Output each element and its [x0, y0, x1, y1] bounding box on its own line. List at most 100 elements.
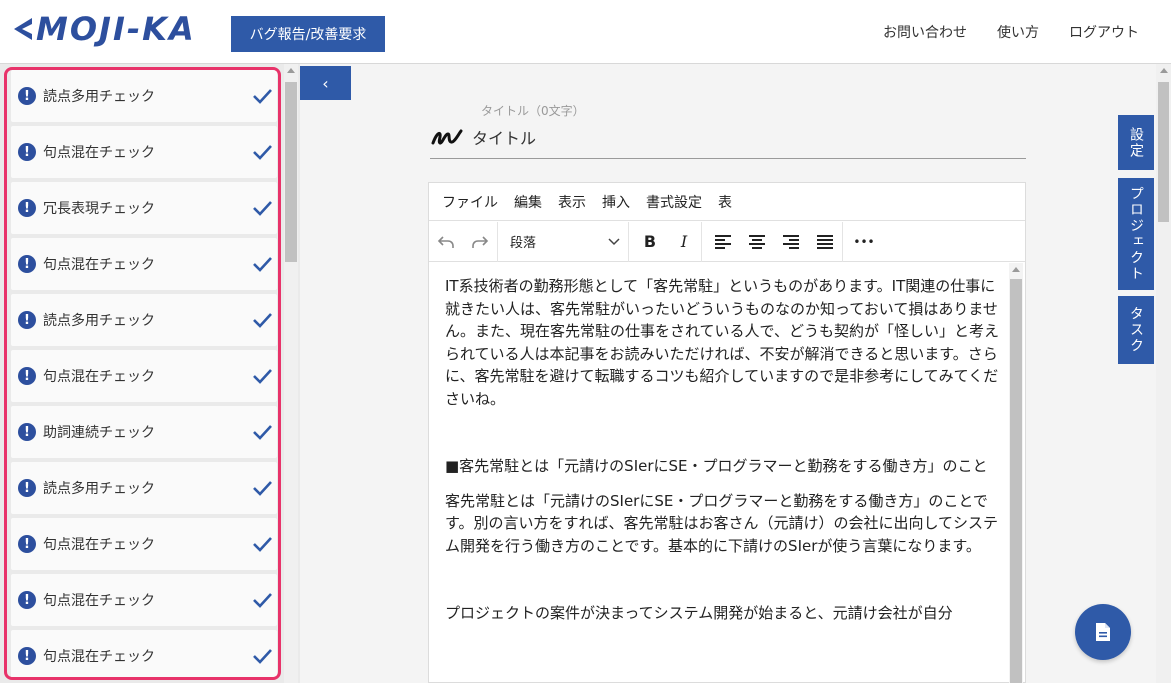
warning-icon: !: [18, 311, 36, 329]
align-left-button[interactable]: [706, 222, 740, 262]
app-logo[interactable]: MOJI-KA: [10, 10, 196, 48]
align-right-icon: [783, 234, 799, 249]
warning-icon: !: [18, 423, 36, 441]
menu-edit[interactable]: 編集: [514, 192, 542, 212]
scrollbar-thumb[interactable]: [1010, 279, 1022, 683]
document-fab-button[interactable]: [1075, 604, 1131, 660]
checkmark-icon[interactable]: [251, 86, 273, 106]
check-item[interactable]: ! 助詞連続チェック: [11, 406, 277, 458]
editor-menubar: ファイル 編集 表示 挿入 書式設定 表: [429, 183, 1025, 221]
redo-icon: [472, 235, 489, 248]
align-right-button[interactable]: [774, 222, 808, 262]
check-item[interactable]: ! 句点混在チェック: [11, 126, 277, 178]
check-item[interactable]: ! 句点混在チェック: [11, 630, 277, 677]
check-item[interactable]: ! 句点混在チェック: [11, 574, 277, 626]
rich-text-editor: ファイル 編集 表示 挿入 書式設定 表 段落 B I ••• IT系技術者の勤…: [428, 182, 1026, 683]
check-item-label: 句点混在チェック: [43, 145, 155, 161]
checkmark-icon[interactable]: [251, 646, 273, 666]
collapse-panel-button[interactable]: ‹: [300, 66, 351, 100]
redo-button[interactable]: [463, 222, 497, 262]
title-input[interactable]: タイトル: [472, 125, 536, 149]
nav-contact-link[interactable]: お問い合わせ: [883, 22, 967, 42]
warning-icon: !: [18, 255, 36, 273]
check-item[interactable]: ! 読点多用チェック: [11, 70, 277, 122]
logo-text: MOJI-KA: [36, 10, 196, 48]
checkmark-icon[interactable]: [251, 198, 273, 218]
undo-button[interactable]: [429, 222, 463, 262]
header-nav: お問い合わせ 使い方 ログアウト: [883, 22, 1139, 42]
undo-icon: [437, 235, 454, 248]
scroll-up-arrow-icon[interactable]: [1160, 68, 1168, 73]
menu-insert[interactable]: 挿入: [602, 192, 630, 212]
side-tab-project[interactable]: プロジェクト: [1118, 178, 1154, 290]
nav-logout-link[interactable]: ログアウト: [1069, 22, 1139, 42]
warning-icon: !: [18, 87, 36, 105]
scrollbar-thumb[interactable]: [1158, 82, 1169, 222]
logo-pen-icon: [14, 18, 32, 40]
warning-icon: !: [18, 199, 36, 217]
document-icon: [1096, 623, 1110, 641]
align-center-button[interactable]: [740, 222, 774, 262]
block-format-select[interactable]: 段落: [498, 222, 628, 262]
check-item[interactable]: ! 読点多用チェック: [11, 462, 277, 514]
page-scrollbar[interactable]: [1156, 64, 1171, 683]
app-header: MOJI-KA バグ報告/改善要求 お問い合わせ 使い方 ログアウト: [0, 0, 1171, 64]
warning-icon: !: [18, 367, 36, 385]
editor-toolbar: 段落 B I •••: [429, 221, 1025, 262]
side-tab-settings[interactable]: 設定: [1118, 115, 1154, 170]
bold-button[interactable]: B: [633, 222, 667, 262]
scroll-up-arrow-icon[interactable]: [1012, 267, 1020, 272]
align-left-icon: [715, 234, 731, 249]
menu-file[interactable]: ファイル: [442, 192, 498, 212]
check-item-label: 句点混在チェック: [43, 537, 155, 553]
paragraph: プロジェクトの案件が決まってシステム開発が始まると、元請け会社が自分: [445, 604, 953, 622]
warning-icon: !: [18, 143, 36, 161]
check-item[interactable]: ! 句点混在チェック: [11, 350, 277, 402]
check-item-label: 句点混在チェック: [43, 257, 155, 273]
check-panel-scrollbar[interactable]: [284, 64, 298, 683]
check-item[interactable]: ! 句点混在チェック: [11, 518, 277, 570]
editor-scrollbar[interactable]: [1009, 263, 1023, 683]
paragraph: IT系技術者の勤務形態として「客先常駐」というものがあります。IT関連の仕事に就…: [445, 277, 999, 408]
menu-table[interactable]: 表: [718, 192, 732, 212]
side-tab-task[interactable]: タスク: [1118, 296, 1154, 364]
nav-howto-link[interactable]: 使い方: [997, 22, 1039, 42]
align-justify-icon: [817, 234, 833, 249]
more-options-button[interactable]: •••: [847, 222, 881, 262]
warning-icon: !: [18, 647, 36, 665]
checkmark-icon[interactable]: [251, 310, 273, 330]
check-item[interactable]: ! 句点混在チェック: [11, 238, 277, 290]
paragraph: 客先常駐とは「元請けのSIerにSE・プログラマーと勤務をする働き方」のことです…: [445, 491, 999, 555]
checkmark-icon[interactable]: [251, 366, 273, 386]
check-item-label: 読点多用チェック: [43, 481, 155, 497]
check-item-label: 句点混在チェック: [43, 593, 155, 609]
menu-format[interactable]: 書式設定: [646, 192, 702, 212]
editor-content[interactable]: IT系技術者の勤務形態として「客先常駐」というものがあります。IT関連の仕事に就…: [445, 275, 1005, 625]
block-format-value: 段落: [510, 236, 537, 251]
scrollbar-thumb[interactable]: [285, 82, 297, 262]
warning-icon: !: [18, 479, 36, 497]
chevron-down-icon: [608, 237, 620, 245]
title-field[interactable]: タイトル: [430, 121, 1026, 159]
bug-report-button[interactable]: バグ報告/改善要求: [231, 16, 385, 52]
checkmark-icon[interactable]: [251, 422, 273, 442]
checkmark-icon[interactable]: [251, 254, 273, 274]
checkmark-icon[interactable]: [251, 534, 273, 554]
check-item-label: 句点混在チェック: [43, 649, 155, 665]
scroll-up-arrow-icon[interactable]: [287, 68, 295, 73]
check-item[interactable]: ! 読点多用チェック: [11, 294, 277, 346]
check-item-label: 読点多用チェック: [43, 89, 155, 105]
check-item[interactable]: ! 冗長表現チェック: [11, 182, 277, 234]
checkmark-icon[interactable]: [251, 142, 273, 162]
warning-icon: !: [18, 591, 36, 609]
check-list: ! 読点多用チェック! 句点混在チェック! 冗長表現チェック! 句点混在チェック! 読点多…: [4, 67, 281, 680]
checkmark-icon[interactable]: [251, 590, 273, 610]
paragraph-heading: ■客先常駐とは「元請けのSIerにSE・プログラマーと勤務をする働き方」のこと: [445, 457, 988, 475]
menu-view[interactable]: 表示: [558, 192, 586, 212]
check-item-label: 冗長表現チェック: [43, 201, 155, 217]
align-justify-button[interactable]: [808, 222, 842, 262]
check-panel: ! 読点多用チェック! 句点混在チェック! 冗長表現チェック! 句点混在チェック! 読点多…: [0, 64, 300, 683]
italic-button[interactable]: I: [667, 222, 701, 262]
check-item-label: 句点混在チェック: [43, 369, 155, 385]
checkmark-icon[interactable]: [251, 478, 273, 498]
